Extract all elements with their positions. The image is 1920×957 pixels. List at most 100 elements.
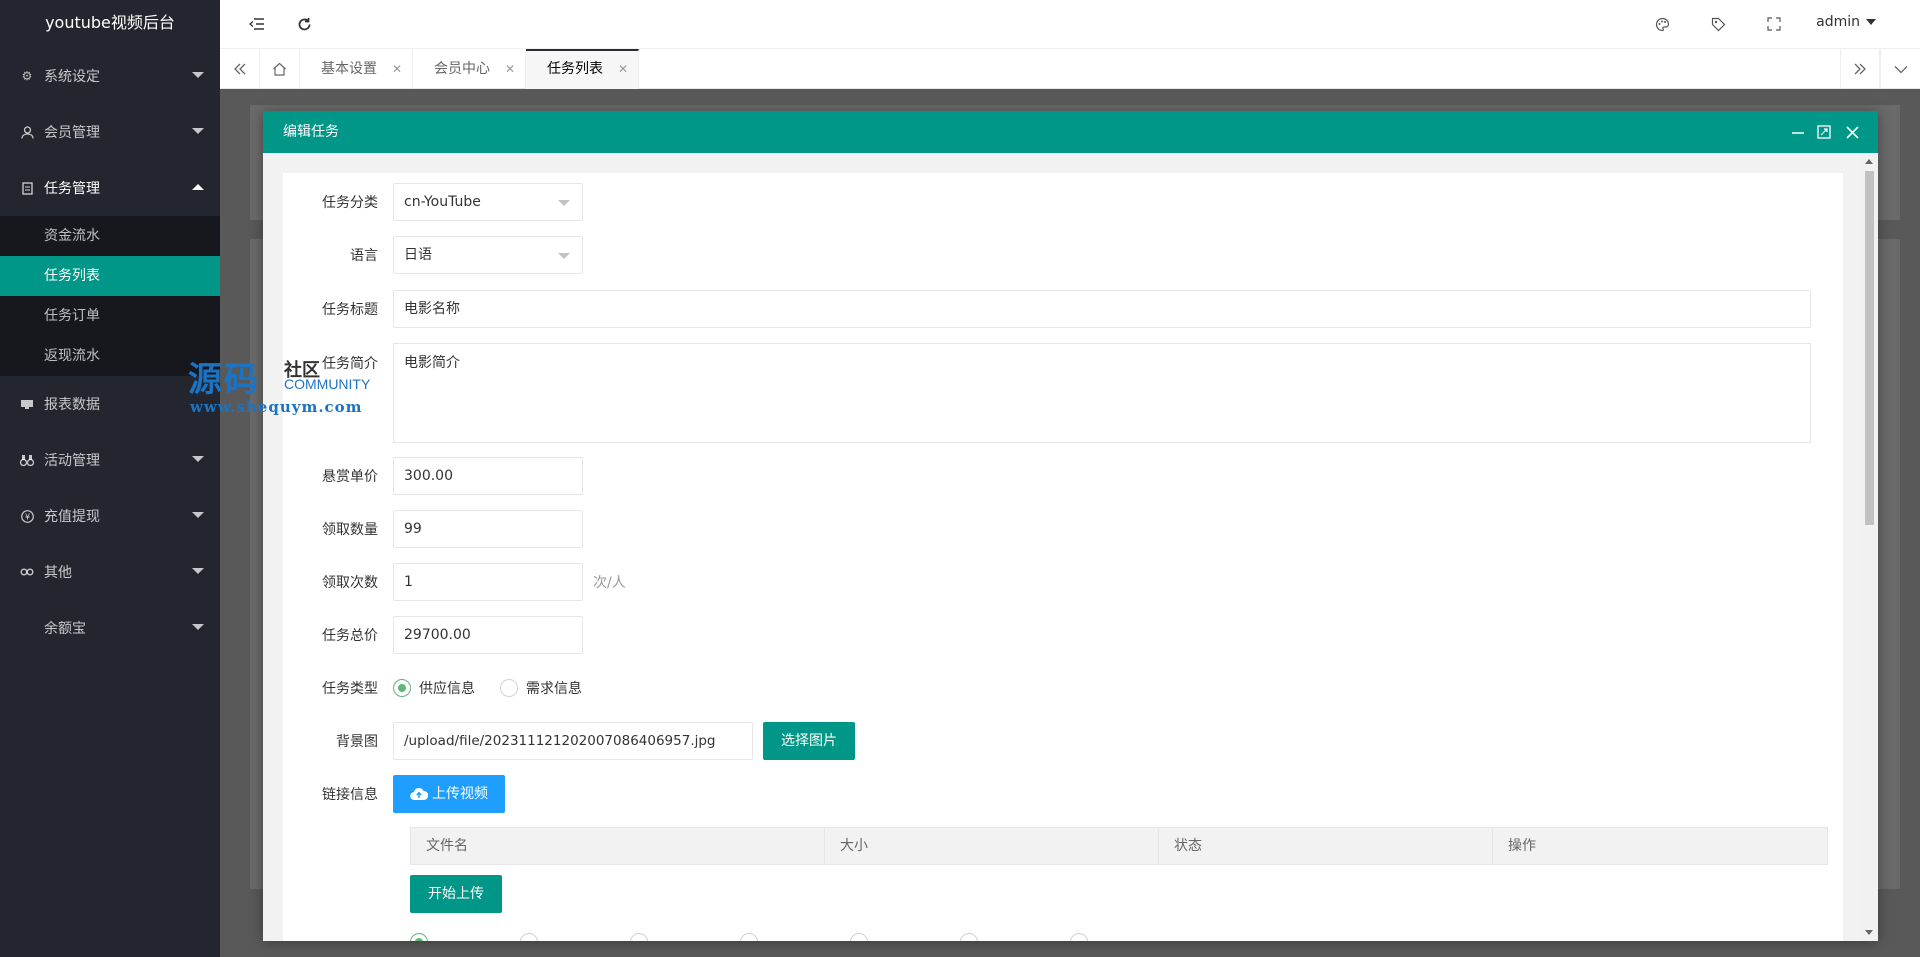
tab-basic-settings[interactable]: 基本设置 ✕ bbox=[300, 49, 413, 89]
select-value: cn-YouTube bbox=[404, 194, 481, 210]
language-select[interactable]: 日语 bbox=[393, 236, 583, 274]
close-icon[interactable]: ✕ bbox=[392, 49, 402, 89]
scrollbar-thumb[interactable] bbox=[1865, 171, 1874, 525]
radio-demand[interactable]: 需求信息 bbox=[500, 678, 582, 698]
choose-image-button[interactable]: 选择图片 bbox=[763, 722, 855, 760]
close-icon[interactable] bbox=[1844, 124, 1860, 140]
field-intro: 任务简介 电影简介 bbox=[283, 343, 1811, 443]
maximize-icon[interactable] bbox=[1816, 124, 1832, 140]
field-task-type: 任务类型 供应信息 需求信息 bbox=[283, 669, 607, 707]
field-label: 领取次数 bbox=[322, 575, 378, 591]
sidebar-subitem-task-list[interactable]: 任务列表 bbox=[0, 256, 220, 296]
top-header: admin bbox=[220, 0, 1920, 49]
user-menu[interactable]: admin bbox=[1816, 14, 1876, 30]
tab-task-list[interactable]: 任务列表 ✕ bbox=[526, 49, 639, 89]
sidebar-item-recharge[interactable]: ¥ 充值提现 bbox=[0, 488, 220, 544]
fullscreen-icon[interactable] bbox=[1763, 13, 1785, 35]
category-select[interactable]: cn-YouTube bbox=[393, 183, 583, 221]
sidebar-item-label: 其他 bbox=[44, 565, 72, 581]
table-header-status: 状态 bbox=[1159, 828, 1493, 864]
radio-unchecked-icon[interactable] bbox=[850, 933, 868, 941]
table-header-actions: 操作 bbox=[1508, 838, 1536, 854]
close-icon[interactable]: ✕ bbox=[505, 49, 515, 89]
caret-down-icon bbox=[1866, 19, 1876, 25]
dialog-scrollbar[interactable] bbox=[1861, 153, 1878, 941]
dropdown-arrow-icon bbox=[558, 200, 570, 206]
intro-textarea[interactable]: 电影简介 bbox=[393, 343, 1811, 443]
sidebar-item-activities[interactable]: 活动管理 bbox=[0, 432, 220, 488]
table-header-size: 大小 bbox=[825, 828, 1159, 864]
sidebar-item-balance[interactable]: 余额宝 bbox=[0, 600, 220, 656]
field-language: 语言 日语 bbox=[283, 236, 583, 274]
sidebar-subitem-funds[interactable]: 资金流水 bbox=[0, 216, 220, 256]
field-label: 任务类型 bbox=[322, 681, 378, 697]
minimize-icon[interactable] bbox=[1790, 124, 1806, 140]
radio-label: 供应信息 bbox=[419, 681, 475, 697]
chevron-down-icon bbox=[192, 128, 204, 134]
link-icon bbox=[20, 565, 34, 579]
svg-text:¥: ¥ bbox=[24, 512, 29, 521]
field-category: 任务分类 cn-YouTube bbox=[283, 183, 583, 221]
sidebar-item-other[interactable]: 其他 bbox=[0, 544, 220, 600]
radio-supply[interactable]: 供应信息 bbox=[393, 678, 475, 698]
times-input[interactable]: 1 bbox=[393, 563, 583, 601]
doc-icon bbox=[20, 181, 34, 195]
background-input[interactable]: /upload/file/20231112120200708640695​7.j… bbox=[393, 722, 753, 760]
refresh-icon[interactable] bbox=[293, 13, 315, 35]
sidebar-subitem-cashback[interactable]: 返现流水 bbox=[0, 336, 220, 376]
chevron-down-icon bbox=[192, 624, 204, 630]
tab-member-center[interactable]: 会员中心 ✕ bbox=[413, 49, 526, 89]
radio-unchecked-icon[interactable] bbox=[960, 933, 978, 941]
sidebar-item-label: 充值提现 bbox=[44, 509, 100, 525]
scroll-down-arrow-icon[interactable] bbox=[1865, 930, 1873, 935]
sidebar-item-label: 会员管理 bbox=[44, 125, 100, 141]
sidebar-item-label: 报表数据 bbox=[44, 397, 100, 413]
reward-input[interactable]: 300.00 bbox=[393, 457, 583, 495]
upload-video-button[interactable]: 上传视频 bbox=[393, 775, 505, 813]
tab-scroll-right-icon[interactable] bbox=[1840, 49, 1880, 89]
task-title-input[interactable]: 电影名称 bbox=[393, 290, 1811, 328]
sidebar-item-label: 活动管理 bbox=[44, 453, 100, 469]
tab-label: 会员中心 bbox=[434, 61, 490, 77]
sidebar-subitem-task-orders[interactable]: 任务订单 bbox=[0, 296, 220, 336]
menu-toggle-icon[interactable] bbox=[246, 13, 268, 35]
dialog-titlebar: 编辑任务 bbox=[263, 111, 1878, 153]
watermark-big-text: 源码 bbox=[188, 360, 260, 400]
quantity-input[interactable]: 99 bbox=[393, 510, 583, 548]
sidebar-item-reports[interactable]: 报表数据 bbox=[0, 376, 220, 432]
chevron-down-icon bbox=[192, 512, 204, 518]
sidebar-item-tasks[interactable]: 任务管理 bbox=[0, 160, 220, 216]
field-start-upload: 开始上传 bbox=[410, 875, 502, 913]
field-label: 链接信息 bbox=[322, 787, 378, 803]
more-radio-row bbox=[410, 933, 1096, 941]
dropdown-arrow-icon bbox=[558, 253, 570, 259]
tag-icon[interactable] bbox=[1707, 13, 1729, 35]
theme-palette-icon[interactable] bbox=[1651, 13, 1673, 35]
field-label: 任务总价 bbox=[322, 628, 378, 644]
tab-scroll-left-icon[interactable] bbox=[220, 49, 260, 89]
field-label: 背景图 bbox=[336, 734, 378, 750]
report-icon bbox=[20, 397, 34, 411]
close-icon[interactable]: ✕ bbox=[618, 51, 628, 87]
field-label: 悬赏单价 bbox=[322, 469, 378, 485]
radio-unchecked-icon[interactable] bbox=[630, 933, 648, 941]
start-upload-button[interactable]: 开始上传 bbox=[410, 875, 502, 913]
sidebar-item-members[interactable]: 会员管理 bbox=[0, 104, 220, 160]
field-label: 领取数量 bbox=[322, 522, 378, 538]
chevron-down-icon bbox=[192, 72, 204, 78]
tab-dropdown-icon[interactable] bbox=[1880, 49, 1920, 89]
select-value: 日语 bbox=[404, 247, 432, 263]
home-icon[interactable] bbox=[260, 49, 300, 89]
radio-checked-icon[interactable] bbox=[410, 933, 428, 941]
total-input[interactable]: 29700.00 bbox=[393, 616, 583, 654]
radio-unchecked-icon[interactable] bbox=[740, 933, 758, 941]
radio-unchecked-icon[interactable] bbox=[520, 933, 538, 941]
sidebar-item-label: 余额宝 bbox=[44, 621, 86, 637]
radio-unchecked-icon[interactable] bbox=[1070, 933, 1088, 941]
task-form: 任务分类 cn-YouTube 语言 日语 任务标题 电影名称 任务简介 电影简… bbox=[283, 173, 1843, 941]
sidebar-item-system[interactable]: ⚙ 系统设定 bbox=[0, 48, 220, 104]
radio-unchecked-icon bbox=[500, 679, 518, 697]
upload-file-table: 文件名 大小 状态 操作 bbox=[410, 827, 1828, 865]
scroll-up-arrow-icon[interactable] bbox=[1865, 159, 1873, 164]
sidebar-item-label: 任务管理 bbox=[44, 181, 100, 197]
